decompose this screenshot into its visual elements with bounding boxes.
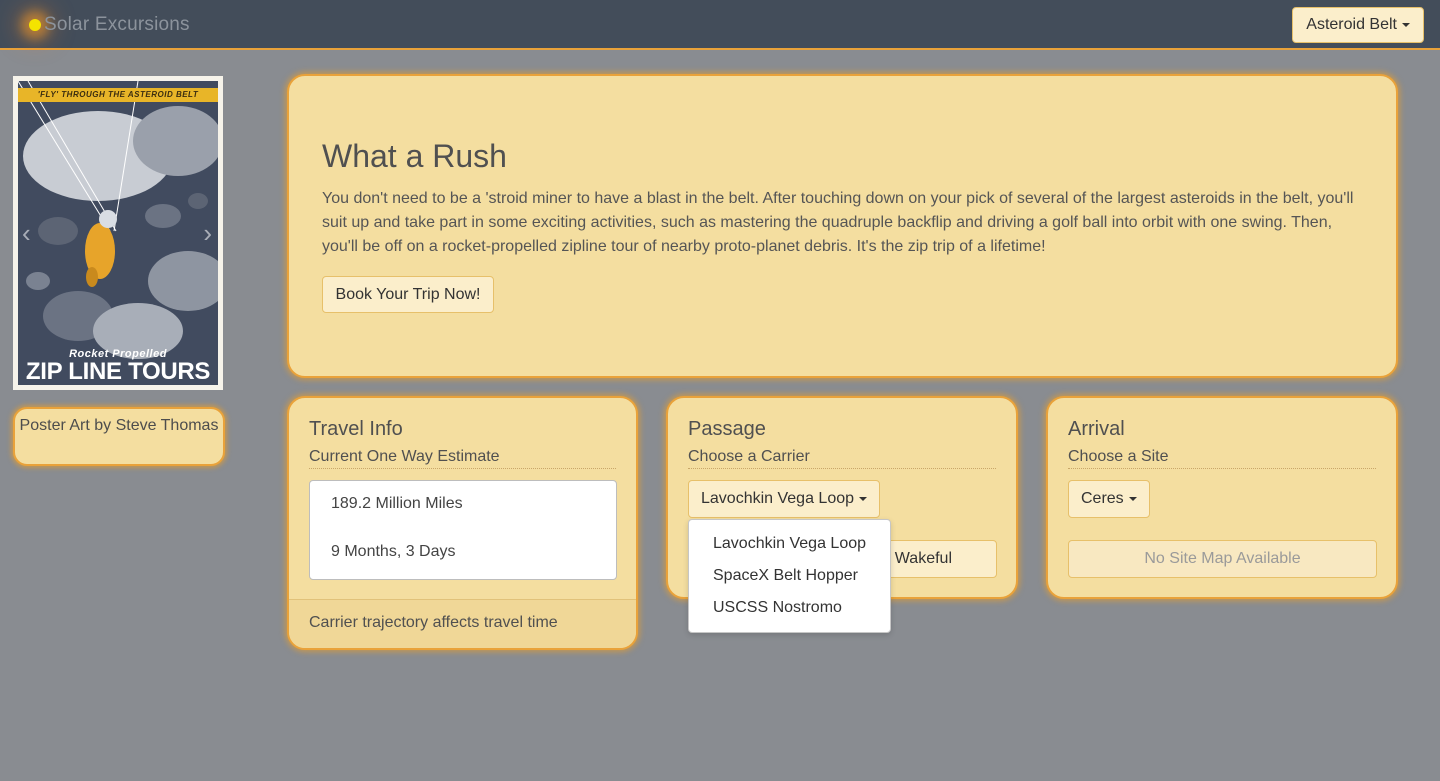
arrival-title: Arrival — [1068, 418, 1125, 440]
site-dropdown[interactable]: Ceres — [1068, 480, 1150, 518]
caret-down-icon — [1402, 23, 1410, 27]
passage-title: Passage — [688, 418, 766, 440]
caret-down-icon — [1128, 497, 1137, 501]
arrival-subtitle: Choose a Site — [1068, 448, 1376, 469]
hero-description: You don't need to be a 'stroid miner to … — [322, 190, 1354, 255]
destination-label: Asteroid Belt — [1306, 16, 1397, 33]
brand-link[interactable]: Solar Excursions — [20, 0, 190, 50]
passage-subtitle: Choose a Carrier — [688, 448, 996, 469]
hero-card: What a Rush You don't need to be a 'stro… — [287, 74, 1398, 378]
poster-banner: 'FLY' THROUGH THE ASTEROID BELT — [18, 88, 218, 102]
travel-info-card: Travel Info Current One Way Estimate 189… — [287, 396, 638, 650]
poster-image: 'FLY' THROUGH THE ASTEROID BELT Rocket P… — [18, 81, 218, 385]
poster-credit: Poster Art by Steve Thomas — [13, 407, 225, 466]
poster-illustration — [18, 81, 218, 385]
carrier-dropdown[interactable]: Lavochkin Vega Loop — [688, 480, 881, 518]
travel-info-footer: Carrier trajectory affects travel time — [289, 599, 636, 648]
travel-info-title: Travel Info — [309, 418, 403, 440]
arrival-card: Arrival Choose a Site Ceres No Site Map … — [1046, 396, 1398, 599]
book-trip-button[interactable]: Book Your Trip Now! — [322, 276, 494, 313]
carrier-selected: Lavochkin Vega Loop — [701, 490, 855, 507]
destination-dropdown[interactable]: Asteroid Belt — [1292, 7, 1424, 43]
chevron-right-icon[interactable]: › — [203, 220, 212, 246]
chevron-left-icon[interactable]: ‹ — [22, 220, 31, 246]
duration-value: 9 Months, 3 Days — [331, 543, 456, 560]
carrier-option[interactable]: USCSS Nostromo — [713, 599, 842, 617]
sun-icon — [29, 19, 41, 31]
carrier-option[interactable]: Lavochkin Vega Loop — [713, 535, 866, 553]
distance-value: 189.2 Million Miles — [331, 495, 463, 512]
poster-carousel: 'FLY' THROUGH THE ASTEROID BELT Rocket P… — [13, 76, 223, 390]
carrier-option[interactable]: SpaceX Belt Hopper — [713, 567, 858, 585]
poster-title: ZIP LINE TOURS — [25, 358, 211, 385]
site-selected: Ceres — [1081, 490, 1124, 507]
travel-info-subtitle: Current One Way Estimate — [309, 448, 616, 469]
site-map-button: No Site Map Available — [1068, 540, 1377, 578]
hero-title: What a Rush — [322, 138, 507, 174]
carrier-dropdown-menu: Lavochkin Vega Loop SpaceX Belt Hopper U… — [688, 519, 891, 633]
brand-name: Solar Excursions — [44, 14, 190, 35]
caret-down-icon — [859, 497, 868, 501]
navbar: Solar Excursions Asteroid Belt — [0, 0, 1440, 50]
travel-estimate-box: 189.2 Million Miles 9 Months, 3 Days — [309, 480, 617, 580]
